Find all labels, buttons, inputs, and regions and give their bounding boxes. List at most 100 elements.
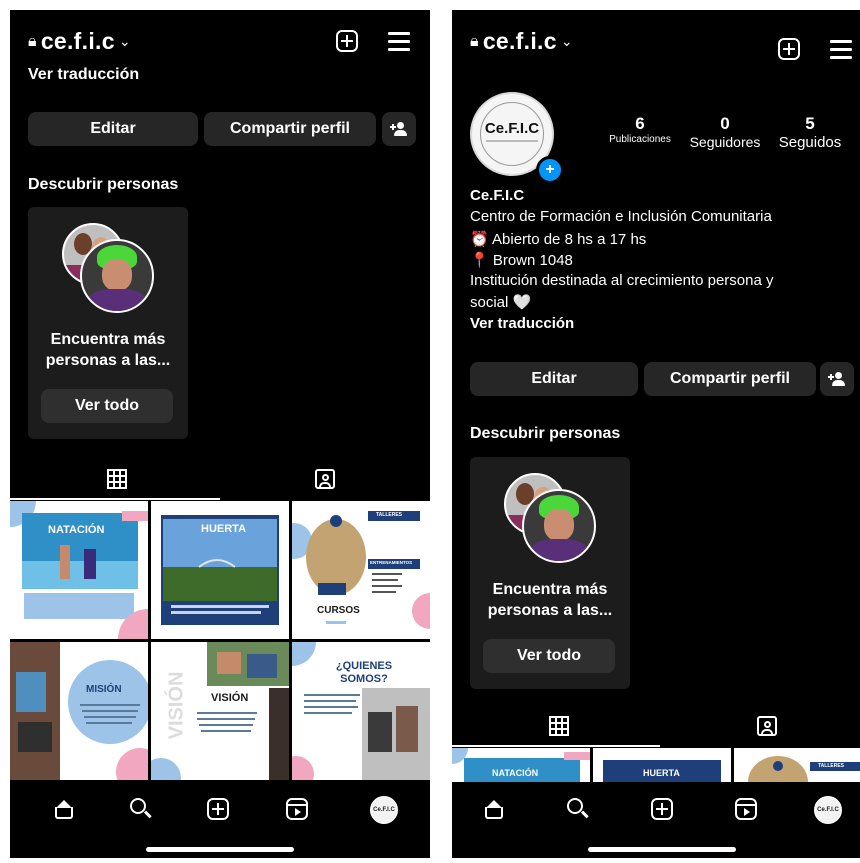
tile-side-label: TALLERES: [376, 512, 403, 518]
stat-value: 0: [720, 114, 730, 133]
bio-line: social 🤍: [470, 294, 532, 311]
tagged-person-icon[interactable]: [757, 716, 777, 736]
tagged-person-icon[interactable]: [315, 469, 335, 489]
post-thumbnail: [10, 642, 148, 780]
left-phone-screen: 🔒︎ ce.f.i.c ⌄ Ver traducción Editar Compar…: [10, 10, 430, 858]
discover-people-button[interactable]: [382, 112, 416, 146]
grid-tab-indicator: [452, 745, 660, 747]
card-title-line2: personas a las...: [45, 352, 171, 369]
hamburger-menu-icon[interactable]: [830, 40, 852, 59]
tile-label: NATACIÓN: [492, 768, 539, 778]
reels-icon[interactable]: [286, 798, 308, 820]
edit-profile-button[interactable]: Editar: [28, 112, 198, 146]
tile-label: CURSOS: [317, 605, 360, 616]
stat-value: 5: [805, 114, 815, 133]
post-tile-huerta[interactable]: HUERTA: [593, 748, 731, 782]
post-tile-mision[interactable]: MISIÓN: [10, 642, 148, 780]
card-title-line1: Encuentra más: [492, 581, 608, 598]
username: ce.f.i.c: [40, 28, 115, 54]
tile-label: MISIÓN: [86, 684, 122, 695]
post-tile-cursos[interactable]: CURSOS TALLERES ENTRENAMIENTOS: [292, 501, 430, 639]
tile-side-label-2: ENTRENAMIENTOS: [370, 560, 413, 565]
post-thumbnail: [10, 501, 148, 639]
stat-value: 6: [635, 114, 645, 133]
reels-icon[interactable]: [735, 798, 757, 820]
bio-name: Ce.F.I.C: [470, 187, 525, 204]
profile-header: 🔒︎ ce.f.i.c ⌄: [10, 10, 430, 70]
search-icon[interactable]: [130, 798, 152, 820]
bio-line: Institución destinada al crecimiento per…: [470, 272, 774, 289]
profile-header: 🔒︎ ce.f.i.c ⌄: [452, 10, 860, 70]
tile-vertical-label: VISIÓN: [165, 671, 188, 740]
post-thumbnail: [292, 511, 430, 629]
bottom-navigation: Ce.F.I.C: [10, 782, 430, 840]
post-thumbnail: [161, 515, 279, 625]
logo-text: Ce.F.I.C: [484, 120, 540, 137]
grid-icon[interactable]: [549, 716, 569, 736]
stat-label: Seguidores: [689, 134, 761, 150]
grid-tab-indicator: [10, 498, 220, 500]
discover-people-title: Descubrir personas: [28, 176, 179, 193]
lock-icon: 🔒︎: [470, 33, 479, 50]
stat-following[interactable]: 5 Seguidos: [770, 114, 850, 151]
tile-label: ¿QUIENES SOMOS?: [335, 660, 393, 685]
hamburger-menu-icon[interactable]: [388, 32, 410, 51]
tile-label: HUERTA: [643, 768, 680, 778]
bottom-navigation: Ce.F.I.C: [452, 782, 860, 840]
share-profile-button[interactable]: Compartir perfil: [204, 112, 376, 146]
stat-label: Publicaciones: [609, 134, 671, 145]
grid-icon[interactable]: [107, 469, 127, 489]
suggested-avatar-front: [80, 239, 154, 313]
post-tile-huerta[interactable]: HUERTA: [151, 501, 289, 639]
lock-icon: 🔒︎: [28, 33, 37, 50]
right-phone-screen: 🔒︎ ce.f.i.c ⌄ Ce.F.I.C + 6 Publicaciones 0…: [452, 10, 860, 858]
chevron-down-icon: ⌄: [118, 33, 131, 49]
plus-square-icon[interactable]: [778, 38, 800, 60]
username-switcher[interactable]: 🔒︎ ce.f.i.c ⌄: [28, 28, 131, 55]
suggestion-card: Encuentra más personas a las... Ver todo: [28, 207, 188, 439]
tile-label: TALLERES: [818, 763, 845, 769]
edit-profile-button[interactable]: Editar: [470, 362, 638, 396]
plus-square-icon[interactable]: [207, 798, 229, 820]
see-translation-link[interactable]: Ver traducción: [470, 315, 574, 332]
suggestion-card: Encuentra más personas a las... Ver todo: [470, 457, 630, 689]
post-tile-vision[interactable]: VISIÓN VISIÓN: [151, 642, 289, 780]
post-tile-natacion[interactable]: NATACIÓN: [10, 501, 148, 639]
search-icon[interactable]: [567, 798, 589, 820]
post-tile-natacion[interactable]: NATACIÓN: [452, 748, 590, 782]
bio-line: ⏰ Abierto de 8 hs a 17 hs: [470, 231, 647, 248]
bio-line: 📍 Brown 1048: [470, 252, 573, 269]
profile-avatar[interactable]: Ce.F.I.C: [370, 796, 398, 824]
home-indicator: [588, 847, 736, 852]
profile-avatar[interactable]: Ce.F.I.C: [814, 796, 842, 824]
bio-line: Centro de Formación e Inclusión Comunita…: [470, 208, 772, 225]
see-all-button[interactable]: Ver todo: [41, 389, 173, 423]
chevron-down-icon: ⌄: [560, 33, 573, 49]
tile-label: VISIÓN: [211, 692, 249, 704]
see-translation-link[interactable]: Ver traducción: [28, 66, 139, 84]
stat-followers[interactable]: 0 Seguidores: [680, 114, 770, 150]
card-title-line2: personas a las...: [487, 602, 613, 619]
tile-label: HUERTA: [201, 523, 247, 535]
add-person-icon: [390, 122, 408, 136]
tile-label: NATACIÓN: [48, 524, 105, 536]
add-story-badge[interactable]: +: [536, 156, 564, 184]
username-switcher[interactable]: 🔒︎ ce.f.i.c ⌄: [470, 28, 573, 55]
discover-people-button[interactable]: [820, 362, 854, 396]
post-tile-quienes-somos[interactable]: ¿QUIENES SOMOS?: [292, 642, 430, 780]
home-icon[interactable]: [53, 798, 75, 820]
suggested-avatar-front: [522, 489, 596, 563]
stat-posts[interactable]: 6 Publicaciones: [600, 114, 680, 145]
discover-people-title: Descubrir personas: [470, 425, 621, 442]
plus-square-icon[interactable]: [336, 30, 358, 52]
plus-square-icon[interactable]: [651, 798, 673, 820]
share-profile-button[interactable]: Compartir perfil: [644, 362, 816, 396]
stat-label: Seguidos: [778, 134, 842, 151]
home-indicator: [146, 847, 294, 852]
see-all-button[interactable]: Ver todo: [483, 639, 615, 673]
add-person-icon: [828, 372, 846, 386]
card-title-line1: Encuentra más: [50, 331, 166, 348]
home-icon[interactable]: [483, 798, 505, 820]
username: ce.f.i.c: [482, 28, 557, 54]
post-tile-cursos[interactable]: TALLERES: [734, 748, 860, 782]
